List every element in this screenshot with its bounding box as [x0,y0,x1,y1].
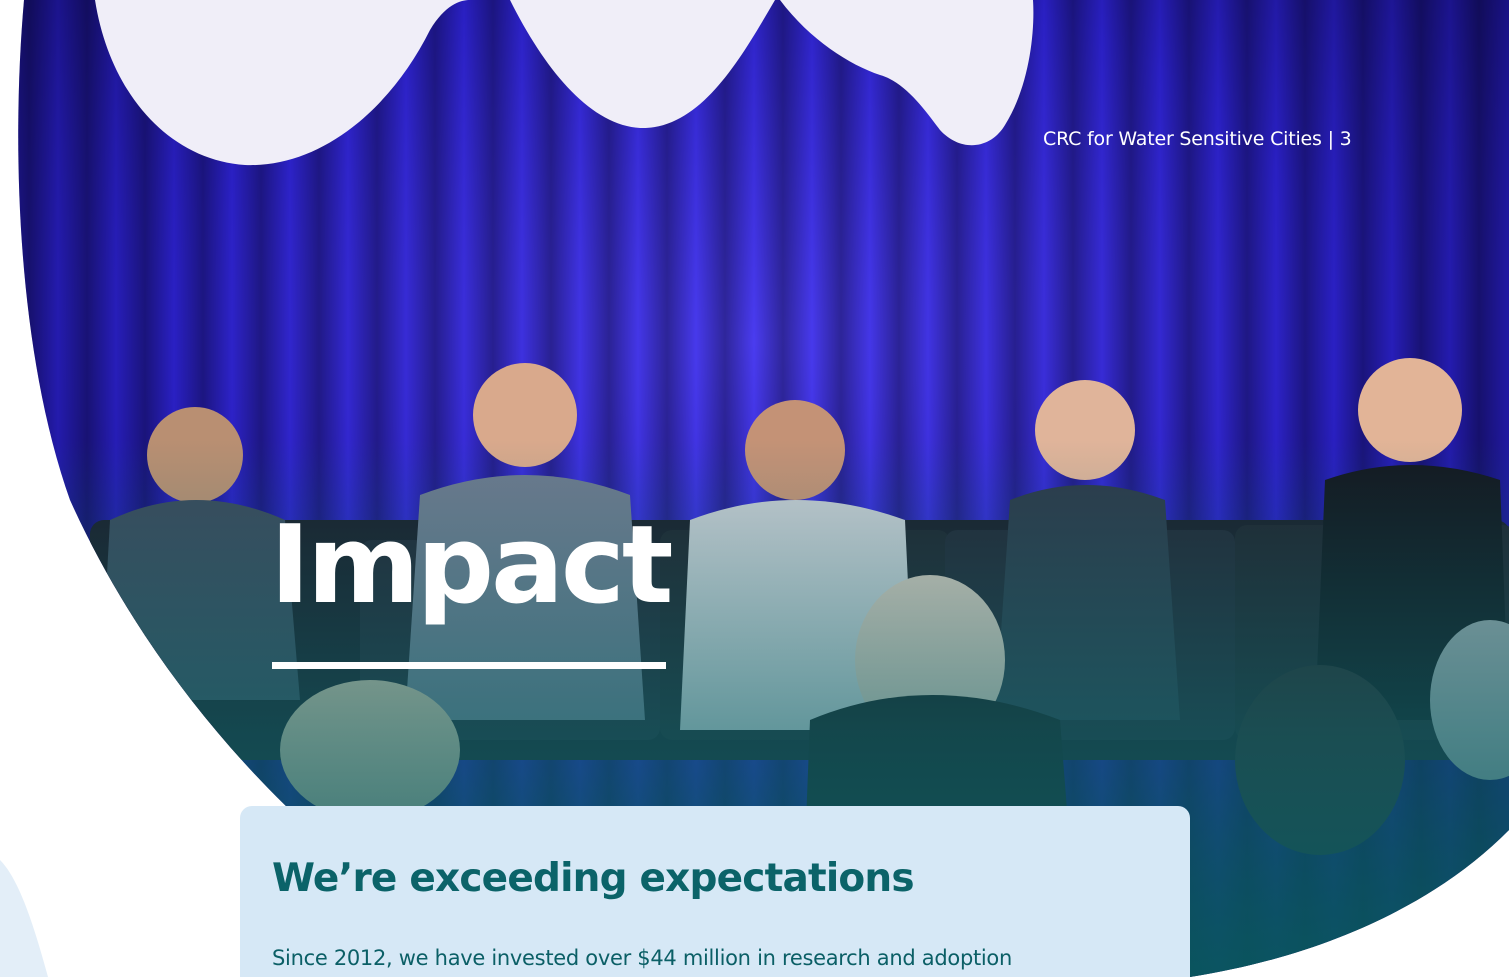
section-title: Impact [270,503,674,628]
info-card: We’re exceeding expectations Since 2012,… [240,806,1190,977]
page-number: CRC for Water Sensitive Cities | 3 [1043,128,1352,150]
card-heading: We’re exceeding expectations [272,856,915,901]
report-page: CRC for Water Sensitive Cities | 3 Impac… [0,0,1509,977]
card-body-text: Since 2012, we have invested over $44 mi… [272,946,1012,970]
title-underline [272,662,666,669]
